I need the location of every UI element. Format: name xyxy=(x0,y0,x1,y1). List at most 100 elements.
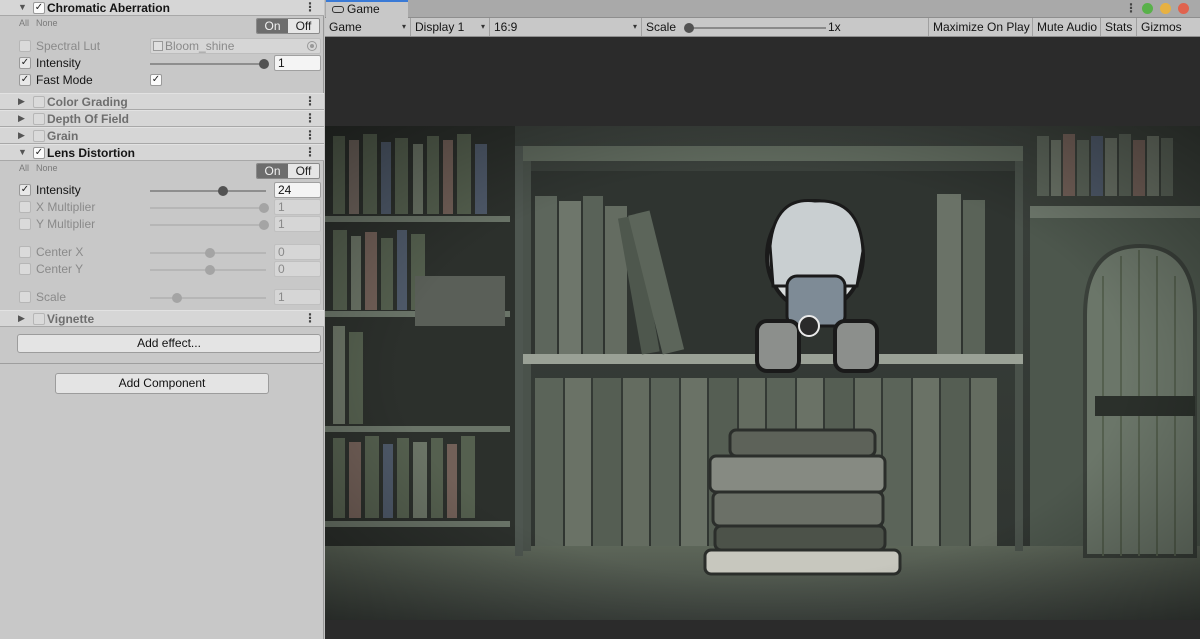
slider-knob[interactable] xyxy=(259,220,269,230)
center-y-input[interactable]: 0 xyxy=(274,261,321,277)
lens-distortion-enabled-checkbox[interactable]: ✓ xyxy=(33,147,45,159)
fold-collapsed-icon[interactable]: ▶ xyxy=(18,313,28,324)
fold-collapsed-icon[interactable]: ▶ xyxy=(18,113,28,124)
effect-header-chromatic-aberration[interactable]: ▼ ✓ Chromatic Aberration ⋮ xyxy=(0,0,324,16)
x-multiplier-slider[interactable] xyxy=(150,203,269,213)
aspect-select-value: 16:9 xyxy=(494,20,518,34)
center-x-input[interactable]: 0 xyxy=(274,244,321,260)
gizmos-button[interactable]: Gizmos xyxy=(1137,18,1200,36)
slider-knob[interactable] xyxy=(205,248,215,258)
effect-header-grain[interactable]: ▶ Grain ⋮ xyxy=(0,127,324,144)
center-x-slider[interactable] xyxy=(150,248,266,258)
mute-audio-button[interactable]: Mute Audio xyxy=(1033,18,1101,36)
kebab-menu-icon[interactable]: ⋮ xyxy=(304,128,316,142)
chromatic-intensity-input[interactable]: 1 xyxy=(274,55,321,71)
chromatic-on-off-toggle[interactable]: On Off xyxy=(256,18,320,34)
grain-enabled-checkbox[interactable] xyxy=(33,130,45,142)
kebab-menu-icon[interactable]: ⋮ xyxy=(304,111,316,125)
all-none-toggle: All None xyxy=(19,18,65,28)
effect-title: Lens Distortion xyxy=(47,146,136,160)
all-link[interactable]: All xyxy=(19,18,29,28)
window-menu-icon[interactable]: ⋮ xyxy=(1125,1,1137,15)
center-x-override-checkbox[interactable] xyxy=(19,246,31,258)
scale-override-checkbox[interactable] xyxy=(19,291,31,303)
tab-bar: Game ⋮ xyxy=(325,0,1200,18)
none-link[interactable]: None xyxy=(36,18,58,28)
center-y-row: Center Y 0 xyxy=(0,261,324,278)
chromatic-intensity-override-checkbox[interactable]: ✓ xyxy=(19,57,31,69)
chromatic-aberration-enabled-checkbox[interactable]: ✓ xyxy=(33,2,45,14)
effect-header-lens-distortion[interactable]: ▼ ✓ Lens Distortion ⋮ xyxy=(0,144,324,161)
color-grading-enabled-checkbox[interactable] xyxy=(33,96,45,108)
tab-game-label: Game xyxy=(347,2,380,16)
fast-mode-checkbox[interactable]: ✓ xyxy=(150,74,162,86)
on-button[interactable]: On xyxy=(257,164,288,178)
lens-intensity-input[interactable]: 24 xyxy=(274,182,321,198)
kebab-menu-icon[interactable]: ⋮ xyxy=(304,0,316,14)
center-y-override-checkbox[interactable] xyxy=(19,263,31,275)
center-y-slider[interactable] xyxy=(150,265,266,275)
chevron-down-icon: ▾ xyxy=(632,22,637,31)
y-multiplier-slider[interactable] xyxy=(150,220,269,230)
scale-input[interactable]: 1 xyxy=(274,289,321,305)
fast-mode-override-checkbox[interactable]: ✓ xyxy=(19,74,31,86)
display-select-value: Display 1 xyxy=(415,20,465,34)
fold-collapsed-icon[interactable]: ▶ xyxy=(18,130,28,141)
effect-header-color-grading[interactable]: ▶ Color Grading ⋮ xyxy=(0,93,324,110)
game-view-window: Game ⋮ Game ▾ Display 1 ▾ 16:9 ▾ Scale 1x M… xyxy=(325,0,1200,639)
window-close-dot[interactable] xyxy=(1178,3,1189,14)
add-effect-button[interactable]: Add effect... xyxy=(17,334,321,353)
window-maximize-dot[interactable] xyxy=(1142,3,1153,14)
slider-knob[interactable] xyxy=(172,293,182,303)
kebab-menu-icon[interactable]: ⋮ xyxy=(304,311,316,325)
on-button[interactable]: On xyxy=(257,19,288,33)
game-render-viewport[interactable] xyxy=(325,126,1200,620)
lens-on-off-toggle[interactable]: On Off xyxy=(256,163,320,179)
display-select[interactable]: Display 1 ▾ xyxy=(411,18,490,36)
object-picker-icon[interactable] xyxy=(307,41,317,51)
kebab-menu-icon[interactable]: ⋮ xyxy=(304,94,316,108)
fold-expanded-icon[interactable]: ▼ xyxy=(18,147,28,157)
y-multiplier-input[interactable]: 1 xyxy=(274,216,321,232)
depth-of-field-enabled-checkbox[interactable] xyxy=(33,113,45,125)
effect-title: Depth Of Field xyxy=(47,112,129,126)
lens-intensity-slider[interactable] xyxy=(150,186,266,196)
slider-knob[interactable] xyxy=(218,186,228,196)
texture-icon xyxy=(153,41,163,51)
window-minimize-dot[interactable] xyxy=(1160,3,1171,14)
off-button[interactable]: Off xyxy=(288,164,319,178)
all-link[interactable]: All xyxy=(19,163,29,173)
effect-header-vignette[interactable]: ▶ Vignette ⋮ xyxy=(0,310,324,327)
x-multiplier-input[interactable]: 1 xyxy=(274,199,321,215)
y-multiplier-override-checkbox[interactable] xyxy=(19,218,31,230)
add-component-button[interactable]: Add Component xyxy=(55,373,269,394)
slider-knob[interactable] xyxy=(684,23,694,33)
slider-knob[interactable] xyxy=(259,203,269,213)
chevron-down-icon: ▾ xyxy=(480,22,485,31)
vignette-enabled-checkbox[interactable] xyxy=(33,313,45,325)
effect-header-depth-of-field[interactable]: ▶ Depth Of Field ⋮ xyxy=(0,110,324,127)
fold-expanded-icon[interactable]: ▼ xyxy=(18,2,28,12)
scale-slider[interactable] xyxy=(150,293,266,303)
aspect-select[interactable]: 16:9 ▾ xyxy=(490,18,642,36)
spectral-lut-override-checkbox[interactable] xyxy=(19,40,31,52)
view-select[interactable]: Game ▾ xyxy=(325,18,411,36)
effect-title: Vignette xyxy=(47,312,95,326)
x-multiplier-override-checkbox[interactable] xyxy=(19,201,31,213)
scale-slider[interactable] xyxy=(684,23,826,33)
kebab-menu-icon[interactable]: ⋮ xyxy=(304,145,316,159)
slider-knob[interactable] xyxy=(259,59,269,69)
chromatic-intensity-row: ✓ Intensity 1 xyxy=(0,55,324,72)
off-button[interactable]: Off xyxy=(288,19,319,33)
spectral-lut-field[interactable]: Bloom_shine xyxy=(150,38,321,54)
effect-title: Chromatic Aberration xyxy=(47,1,170,15)
slider-knob[interactable] xyxy=(205,265,215,275)
maximize-on-play-button[interactable]: Maximize On Play xyxy=(929,18,1033,36)
chromatic-intensity-slider[interactable] xyxy=(150,59,269,69)
lens-intensity-override-checkbox[interactable]: ✓ xyxy=(19,184,31,196)
none-link[interactable]: None xyxy=(36,163,58,173)
tab-game[interactable]: Game xyxy=(326,0,408,18)
stats-button[interactable]: Stats xyxy=(1101,18,1137,36)
fold-collapsed-icon[interactable]: ▶ xyxy=(18,96,28,107)
gamepad-icon xyxy=(332,6,344,13)
